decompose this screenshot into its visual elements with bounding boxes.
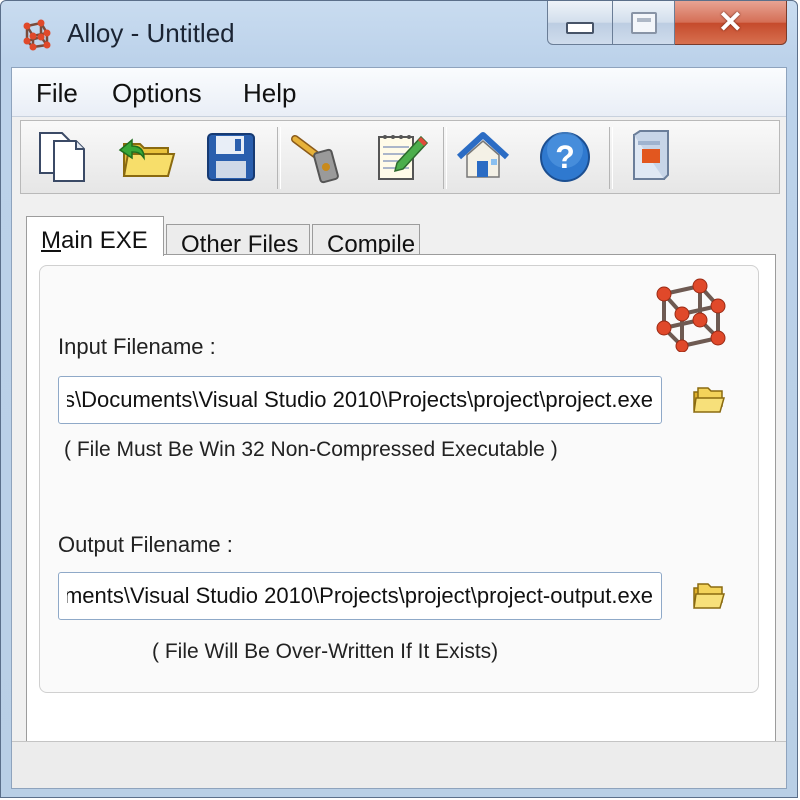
close-icon: ✕ bbox=[717, 5, 744, 39]
tab-main-exe-label: ain EXE bbox=[61, 227, 148, 254]
save-button[interactable] bbox=[201, 127, 261, 187]
menu-help[interactable]: Help bbox=[243, 78, 296, 109]
folder-icon bbox=[693, 387, 725, 413]
minimize-icon bbox=[566, 21, 594, 34]
save-icon bbox=[207, 133, 255, 181]
caption-buttons: ✕ bbox=[547, 1, 787, 47]
new-icon bbox=[39, 132, 85, 182]
tab-compile[interactable]: Compile bbox=[312, 224, 420, 258]
menu-file[interactable]: File bbox=[36, 78, 78, 109]
toolbar-separator bbox=[609, 127, 613, 189]
toolbar-separator bbox=[277, 127, 281, 189]
folder-icon bbox=[693, 583, 725, 609]
input-filename-label: Input Filename : bbox=[58, 334, 216, 359]
hammer-icon bbox=[291, 135, 339, 184]
client-area: File Options Help ? Main EXE Other Files… bbox=[11, 67, 787, 789]
manual-button[interactable] bbox=[619, 127, 679, 187]
tab-main-exe-mnemonic: M bbox=[41, 227, 61, 254]
help-button[interactable]: ? bbox=[535, 127, 595, 187]
input-filename-input[interactable] bbox=[59, 377, 661, 423]
window-title: Alloy - Untitled bbox=[67, 18, 235, 48]
alloy-app-icon bbox=[23, 19, 51, 51]
tab-panel-main-exe: Input Filename : ( File Must Be Win 32 N… bbox=[26, 254, 776, 764]
tab-other-files[interactable]: Other Files bbox=[166, 224, 310, 258]
new-button[interactable] bbox=[33, 127, 93, 187]
notepad-edit-icon bbox=[378, 135, 429, 180]
edit-notes-button[interactable] bbox=[371, 127, 431, 187]
open-button[interactable] bbox=[117, 127, 177, 187]
output-filename-label: Output Filename : bbox=[58, 532, 233, 557]
input-filename-note: ( File Must Be Win 32 Non-Compressed Exe… bbox=[64, 438, 558, 461]
output-filename-input[interactable] bbox=[59, 573, 661, 619]
maximize-button[interactable] bbox=[613, 1, 675, 45]
title-bar[interactable]: Alloy - Untitled ✕ bbox=[1, 1, 797, 67]
close-button[interactable]: ✕ bbox=[675, 1, 787, 45]
minimize-button[interactable] bbox=[547, 1, 613, 45]
input-filename-field[interactable] bbox=[58, 376, 662, 424]
toolbar: ? bbox=[20, 120, 780, 194]
app-window: Alloy - Untitled ✕ File Options Help ? M… bbox=[0, 0, 798, 798]
tab-main-exe[interactable]: Main EXE bbox=[26, 216, 164, 256]
book-icon bbox=[633, 130, 669, 180]
build-button[interactable] bbox=[287, 127, 347, 187]
open-folder-icon bbox=[118, 138, 176, 177]
main-exe-group: Input Filename : ( File Must Be Win 32 N… bbox=[39, 265, 759, 693]
status-bar bbox=[12, 741, 786, 788]
menu-bar: File Options Help bbox=[12, 68, 786, 117]
home-button[interactable] bbox=[453, 127, 513, 187]
molecule-logo-icon bbox=[656, 278, 726, 352]
toolbar-separator bbox=[443, 127, 447, 189]
menu-options[interactable]: Options bbox=[112, 78, 202, 109]
output-filename-field[interactable] bbox=[58, 572, 662, 620]
maximize-icon bbox=[630, 11, 657, 34]
help-icon: ? bbox=[540, 132, 590, 182]
browse-input-button[interactable] bbox=[688, 380, 728, 420]
home-icon bbox=[456, 132, 510, 178]
browse-output-button[interactable] bbox=[688, 576, 728, 616]
output-filename-note: ( File Will Be Over-Written If It Exists… bbox=[152, 640, 499, 663]
svg-text:?: ? bbox=[555, 139, 575, 175]
